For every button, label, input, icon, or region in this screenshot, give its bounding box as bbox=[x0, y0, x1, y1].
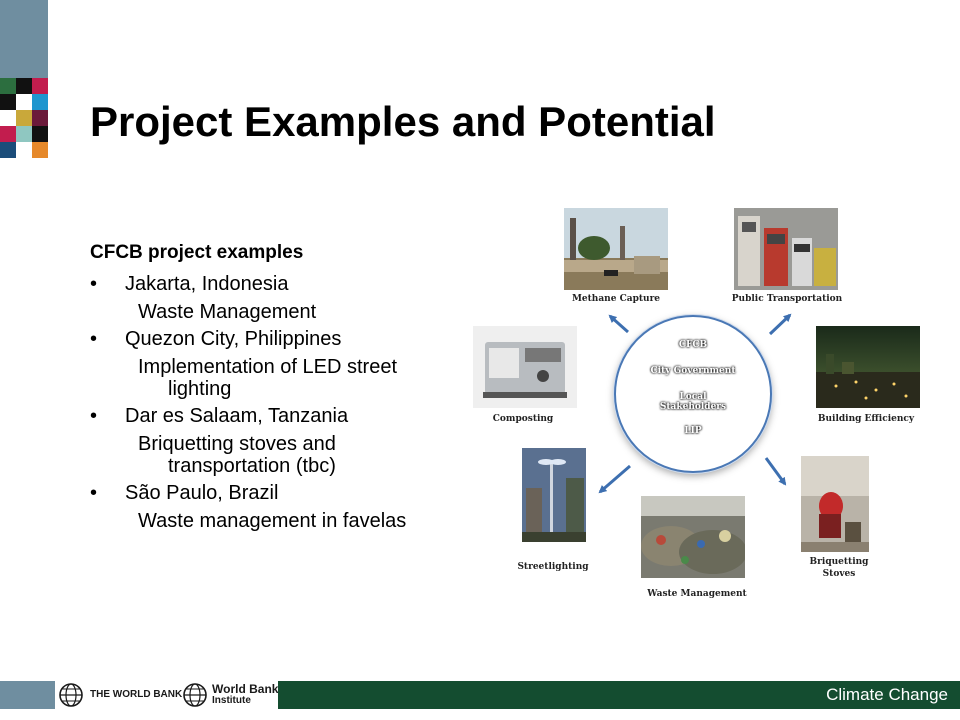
arrow-to-methane bbox=[608, 314, 629, 334]
wbi-logo-line2: Institute bbox=[212, 695, 251, 706]
arrow-to-transportation bbox=[768, 313, 792, 336]
footer-logos: THE WORLD BANK World Bank Institute bbox=[55, 681, 278, 709]
footer-accent bbox=[0, 681, 55, 709]
world-bank-globe-icon bbox=[59, 683, 83, 707]
arrow-to-streetlighting bbox=[598, 464, 631, 494]
diagram-arrows bbox=[598, 313, 792, 494]
footer-bar: Climate Change bbox=[278, 681, 960, 709]
arrow-to-briquetting bbox=[764, 457, 787, 486]
world-bank-logo-text: THE WORLD BANK bbox=[90, 689, 183, 700]
wbi-logo-line1: World Bank bbox=[212, 682, 279, 696]
footer-bottom-strip bbox=[0, 709, 960, 720]
footer-tagline: Climate Change bbox=[826, 685, 948, 704]
wbi-globe-icon bbox=[183, 683, 207, 707]
